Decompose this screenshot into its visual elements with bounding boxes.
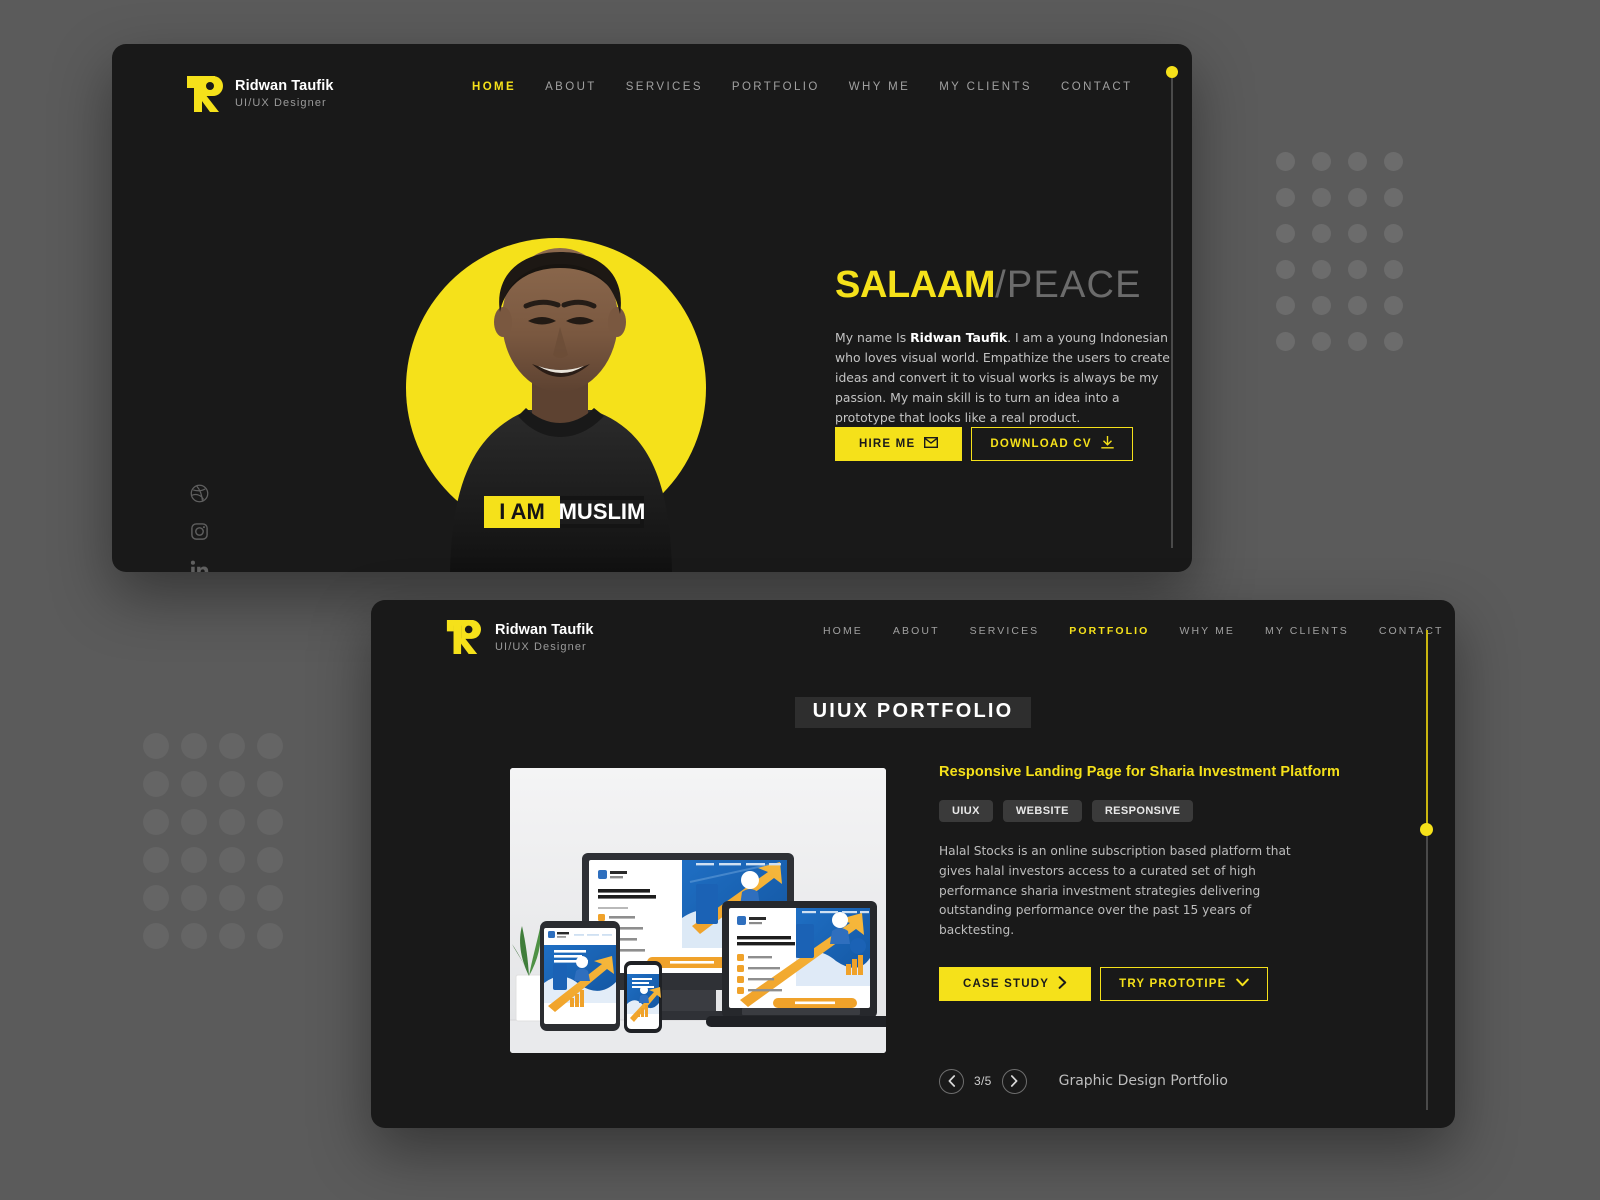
chevron-right-icon: [1011, 1075, 1018, 1088]
dribbble-icon[interactable]: [190, 484, 209, 503]
nav-item-services[interactable]: SERVICES: [626, 81, 703, 93]
chevron-down-icon: [1235, 978, 1249, 990]
hero-timeline-line: [1171, 68, 1173, 548]
pager-count: 3/5: [974, 1074, 992, 1089]
nav-item-why-me[interactable]: WHY ME: [849, 81, 910, 93]
nav-item-contact[interactable]: CONTACT: [1379, 625, 1444, 637]
portfolio-section-title-wrap: UIUX PORTFOLIO: [371, 697, 1455, 728]
portfolio-timeline-line-upper: [1426, 630, 1428, 830]
portrait-photo: I AM MUSLIM: [450, 248, 672, 572]
hero-card: Ridwan Taufik UI/UX Designer HOME ABOUT SE…: [112, 44, 1192, 572]
envelope-icon: [924, 436, 939, 451]
nav-item-why-me[interactable]: WHY ME: [1179, 625, 1235, 637]
brand-logo-group-portfolio[interactable]: Ridwan Taufik UI/UX Designer: [445, 618, 594, 658]
brand-text-block: Ridwan Taufik UI/UX Designer: [235, 77, 334, 110]
chevron-right-icon: [1058, 976, 1067, 992]
hero-paragraph-pre: My name Is: [835, 330, 911, 345]
project-title: Responsive Landing Page for Sharia Inves…: [939, 764, 1341, 780]
hire-me-label: HIRE ME: [859, 438, 916, 450]
portfolio-section-title: UIUX PORTFOLIO: [794, 697, 1032, 728]
nav-item-my-clients[interactable]: MY CLIENTS: [939, 81, 1032, 93]
phone-mockup: [624, 961, 662, 1033]
download-cv-button[interactable]: DOWNLOAD CV: [971, 427, 1133, 461]
hero-paragraph: My name Is Ridwan Taufik. I am a young I…: [835, 328, 1175, 428]
nav-item-home[interactable]: HOME: [472, 81, 516, 93]
try-prototype-button[interactable]: TRY PROTOTIPE: [1100, 966, 1268, 1001]
social-links-hero[interactable]: [190, 484, 209, 572]
monogram-r-logo-icon: [185, 74, 223, 114]
hero-headline-muted: /PEACE: [995, 264, 1142, 306]
project-description: Halal Stocks is an online subscription b…: [939, 844, 1291, 938]
chevron-left-icon: [948, 1075, 955, 1088]
portfolio-pager: 3/5 Graphic Design Portfolio: [939, 1068, 1359, 1094]
brand-name: Ridwan Taufik: [235, 78, 334, 95]
project-tag[interactable]: UIUX: [939, 800, 993, 822]
svg-text:I AM: I AM: [499, 499, 545, 524]
hero-button-row: HIRE ME DOWNLOAD CV: [835, 427, 1133, 461]
case-study-label: CASE STUDY: [963, 977, 1050, 990]
linkedin-icon[interactable]: [190, 560, 209, 572]
project-tag[interactable]: RESPONSIVE: [1091, 800, 1194, 822]
hero-portrait-wrapper: I AM MUSLIM: [360, 172, 760, 572]
download-icon: [1100, 435, 1114, 452]
main-navigation-hero[interactable]: HOME ABOUT SERVICES PORTFOLIO WHY ME MY CLIEN…: [472, 75, 1133, 99]
project-button-row: CASE STUDY TRY PROTOTIPE: [939, 966, 1359, 1001]
instagram-icon[interactable]: [190, 522, 209, 541]
svg-text:MUSLIM: MUSLIM: [559, 499, 646, 524]
hero-paragraph-name: Ridwan Taufik: [910, 330, 1008, 345]
nav-item-portfolio[interactable]: PORTFOLIO: [732, 81, 820, 93]
brand-text-block: Ridwan Taufik UI/UX Designer: [495, 621, 594, 654]
screenshot-root: Ridwan Taufik UI/UX Designer HOME ABOUT SE…: [0, 0, 1600, 1200]
portfolio-timeline-line-lower: [1426, 830, 1428, 1110]
laptop-mockup: [706, 901, 886, 1027]
pager-prev-button[interactable]: [939, 1068, 964, 1094]
project-tag[interactable]: WEBSITE: [1002, 800, 1082, 822]
project-tag-list: UIUX WEBSITE RESPONSIVE: [939, 800, 1359, 822]
pager-next-button[interactable]: [1001, 1068, 1027, 1094]
project-mockup-image[interactable]: [510, 768, 886, 1053]
hero-copy: SALAAM/PEACE My name Is Ridwan Taufik. I…: [835, 266, 1175, 428]
portfolio-timeline-dot: [1420, 823, 1433, 836]
hero-timeline-dot: [1166, 66, 1178, 78]
nav-item-contact[interactable]: CONTACT: [1061, 81, 1133, 93]
monogram-r-logo-icon: [445, 618, 483, 658]
portfolio-card: Ridwan Taufik UI/UX Designer HOME ABOUT SE…: [371, 600, 1455, 1128]
main-navigation-portfolio[interactable]: HOME ABOUT SERVICES PORTFOLIO WHY ME MY CLIEN…: [823, 620, 1444, 642]
brand-role: UI/UX Designer: [495, 641, 587, 654]
nav-item-about[interactable]: ABOUT: [893, 625, 940, 637]
try-prototype-label: TRY PROTOTIPE: [1119, 977, 1227, 990]
hero-headline: SALAAM/PEACE: [835, 266, 1175, 304]
brand-role: UI/UX Designer: [235, 97, 327, 110]
pager-label[interactable]: Graphic Design Portfolio: [1059, 1073, 1228, 1089]
nav-item-services[interactable]: SERVICES: [970, 625, 1040, 637]
brand-name: Ridwan Taufik: [495, 622, 594, 639]
case-study-button[interactable]: CASE STUDY: [939, 966, 1092, 1001]
tablet-mockup: [540, 921, 620, 1031]
hire-me-button[interactable]: HIRE ME: [835, 427, 963, 461]
nav-item-home[interactable]: HOME: [823, 625, 863, 637]
nav-item-about[interactable]: ABOUT: [545, 81, 597, 93]
nav-item-portfolio[interactable]: PORTFOLIO: [1069, 625, 1149, 637]
nav-item-my-clients[interactable]: MY CLIENTS: [1265, 625, 1349, 637]
download-cv-label: DOWNLOAD CV: [990, 438, 1092, 450]
project-details: Responsive Landing Page for Sharia Inves…: [939, 764, 1359, 1094]
shirt-graphic: I AM MUSLIM: [484, 496, 645, 528]
hero-headline-accent: SALAAM: [835, 264, 996, 306]
brand-logo-group[interactable]: Ridwan Taufik UI/UX Designer: [185, 74, 334, 114]
